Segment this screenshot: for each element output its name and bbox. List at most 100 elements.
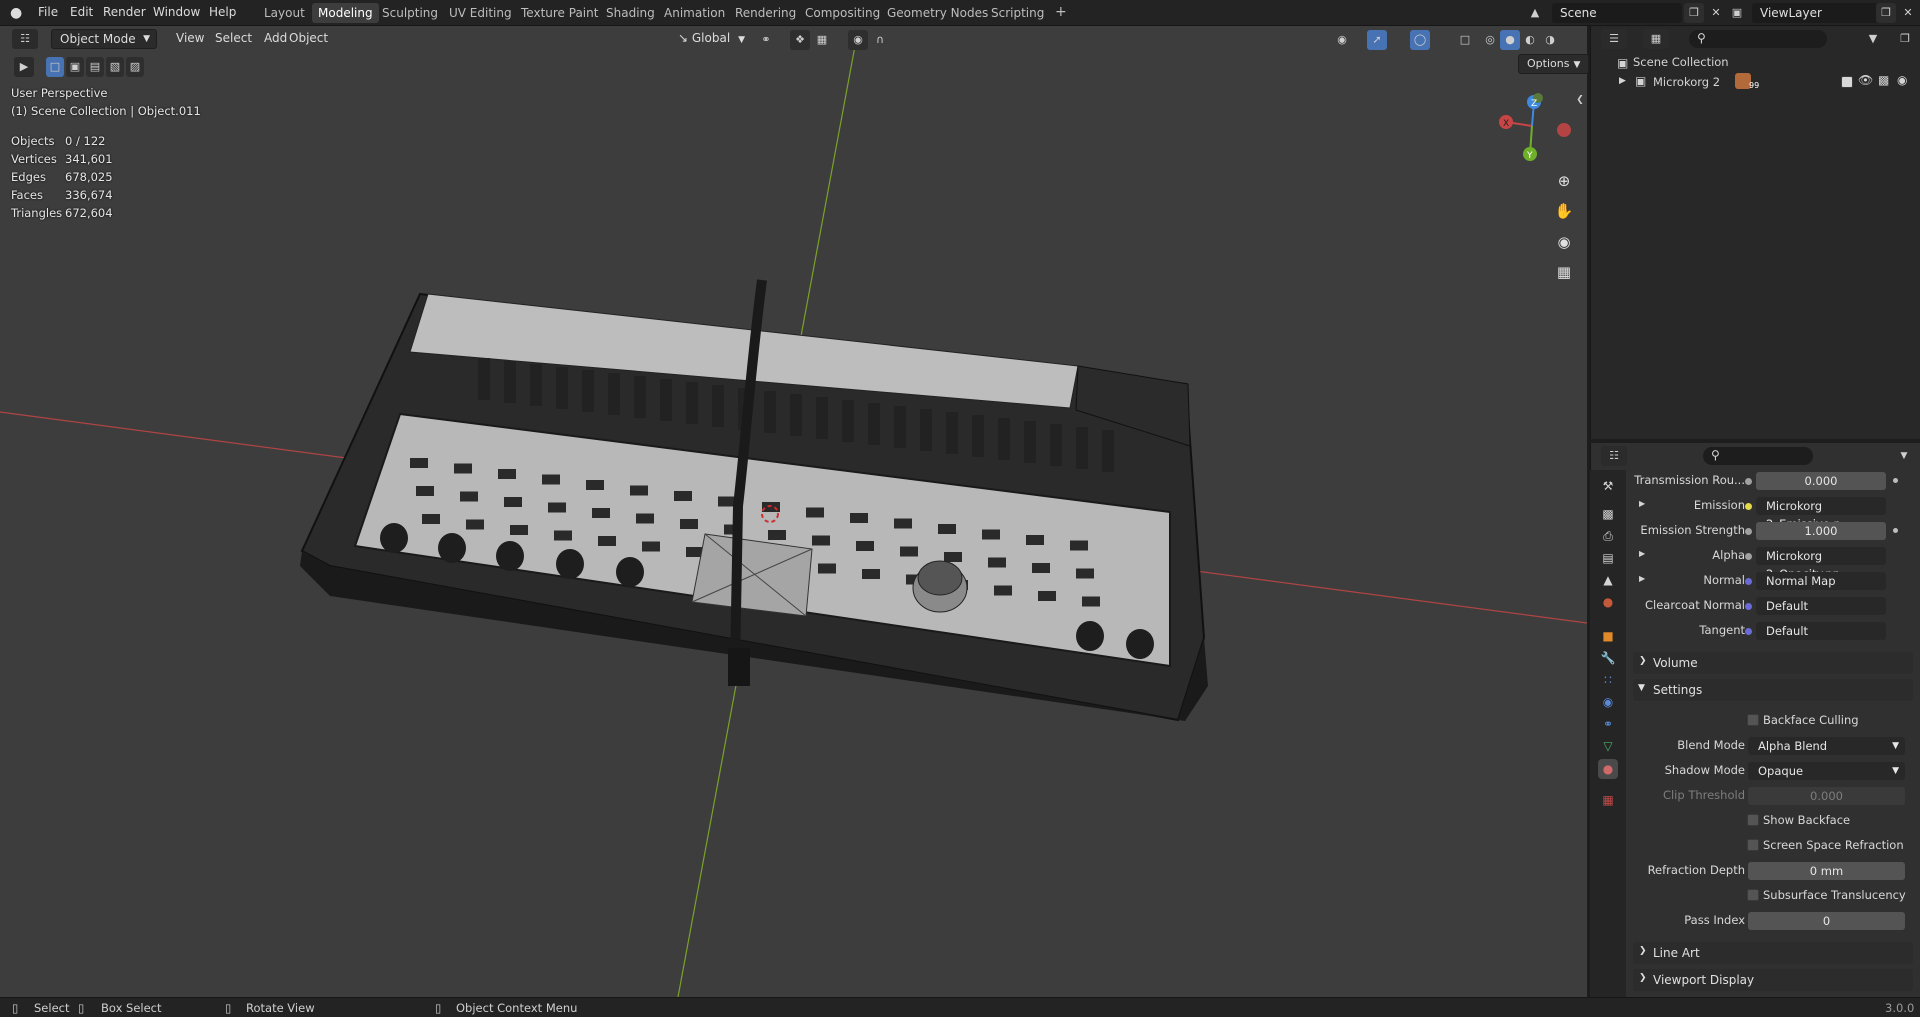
backface-culling-checkbox[interactable] xyxy=(1747,714,1759,726)
blender-logo-icon[interactable]: ● xyxy=(10,5,22,21)
snap-target-icon[interactable]: ▦ xyxy=(812,30,832,50)
screen-space-refraction-checkbox[interactable] xyxy=(1747,839,1759,851)
blend-mode-dropdown[interactable]: Alpha Blend ▼ xyxy=(1748,737,1905,755)
keyframe-dot[interactable] xyxy=(1893,528,1898,533)
emission-field[interactable]: Microkorg 2_Emissive.p... xyxy=(1756,497,1886,531)
backface-culling-label[interactable]: Backface Culling xyxy=(1763,713,1859,727)
view-layer-field[interactable]: ViewLayer xyxy=(1752,3,1882,23)
outliner-item-microkorg[interactable]: Microkorg 2 xyxy=(1653,75,1720,89)
add-workspace-button[interactable]: + xyxy=(1049,3,1073,23)
include-checkbox[interactable] xyxy=(1841,76,1853,88)
menu-render[interactable]: Render xyxy=(103,5,146,19)
new-view-layer-icon[interactable]: ❐ xyxy=(1876,3,1896,23)
select-invert-icon[interactable]: ▧ xyxy=(106,57,124,77)
visibility-icon[interactable]: ◉ xyxy=(1332,30,1352,50)
zoom-icon[interactable]: ⊕ xyxy=(1551,168,1577,194)
output-tab-icon[interactable]: ⎙ xyxy=(1598,526,1618,546)
camera-view-icon[interactable]: ◉ xyxy=(1551,229,1577,255)
properties-editor-icon[interactable]: ☷ xyxy=(1601,446,1627,466)
volume-panel-header[interactable]: ❯ Volume xyxy=(1633,652,1913,674)
alpha-field[interactable]: Microkorg 2_Opacity.pn... xyxy=(1756,547,1886,581)
proportional-editing-icon[interactable]: ◉ xyxy=(848,30,868,50)
refraction-depth-field[interactable]: 0 mm xyxy=(1748,862,1905,880)
select-subtract-icon[interactable]: ▤ xyxy=(86,57,104,77)
emission-strength-field[interactable]: 1.000 xyxy=(1756,522,1886,540)
viewport-display-panel-header[interactable]: ❯ Viewport Display xyxy=(1633,969,1913,991)
scene-collection-label[interactable]: Scene Collection xyxy=(1633,55,1729,69)
3d-viewport[interactable] xyxy=(0,26,1587,997)
display-mode-icon[interactable]: ▦ xyxy=(1643,29,1669,49)
material-tab-icon[interactable]: ● xyxy=(1598,759,1618,779)
socket-dot[interactable] xyxy=(1745,503,1752,510)
subsurface-translucency-checkbox[interactable] xyxy=(1747,889,1759,901)
tab-shading[interactable]: Shading xyxy=(600,3,661,23)
properties-search-input[interactable]: ⚲ xyxy=(1703,447,1813,465)
tab-modeling[interactable]: Modeling xyxy=(312,3,379,23)
perspective-toggle-icon[interactable]: ▦ xyxy=(1551,259,1577,285)
particles-tab-icon[interactable]: ∷ xyxy=(1598,670,1618,690)
settings-panel-header[interactable]: ▼ Settings xyxy=(1633,679,1913,701)
socket-dot[interactable] xyxy=(1745,478,1752,485)
scene-field[interactable]: Scene xyxy=(1552,3,1682,23)
transform-orientation-dropdown[interactable]: ↘ Global ▼ xyxy=(670,29,753,49)
delete-scene-icon[interactable]: ✕ xyxy=(1706,3,1726,23)
screen-space-refraction-label[interactable]: Screen Space Refraction xyxy=(1763,838,1904,852)
select-new-icon[interactable]: □ xyxy=(46,57,64,77)
navigation-gizmo[interactable]: X Z Y xyxy=(1494,86,1574,166)
outliner-editor-icon[interactable]: ☰ xyxy=(1601,29,1627,49)
expand-arrow-icon[interactable]: ▶ xyxy=(1619,76,1626,86)
normal-field[interactable]: Normal Map xyxy=(1756,572,1886,590)
sidebar-toggle-icon[interactable]: ❮ xyxy=(1570,90,1590,110)
tab-geometry-nodes[interactable]: Geometry Nodes xyxy=(881,3,994,23)
socket-dot[interactable] xyxy=(1745,628,1752,635)
menu-edit[interactable]: Edit xyxy=(70,5,93,19)
tab-uv-editing[interactable]: UV Editing xyxy=(443,3,518,23)
eye-icon[interactable]: 👁 xyxy=(1858,73,1873,87)
physics-tab-icon[interactable]: ◉ xyxy=(1598,692,1618,712)
tab-animation[interactable]: Animation xyxy=(658,3,731,23)
shadow-mode-dropdown[interactable]: Opaque ▼ xyxy=(1748,762,1905,780)
delete-view-layer-icon[interactable]: ✕ xyxy=(1898,3,1918,23)
clearcoat-normal-field[interactable]: Default xyxy=(1756,597,1886,615)
tangent-field[interactable]: Default xyxy=(1756,622,1886,640)
tab-rendering[interactable]: Rendering xyxy=(729,3,802,23)
texture-tab-icon[interactable]: ▦ xyxy=(1598,790,1618,810)
snap-icon[interactable]: ❖ xyxy=(790,30,810,50)
menu-object[interactable]: Object xyxy=(281,29,336,49)
editor-type-icon[interactable]: ☷ xyxy=(12,29,38,49)
render-tab-icon[interactable]: ▩ xyxy=(1598,504,1618,524)
tab-layout[interactable]: Layout xyxy=(258,3,311,23)
monitor-icon[interactable]: ▩ xyxy=(1878,73,1889,87)
view-layer-icon[interactable]: ▣ xyxy=(1727,3,1747,23)
tab-sculpting[interactable]: Sculpting xyxy=(376,3,444,23)
mode-dropdown[interactable]: Object Mode ▼ xyxy=(51,29,157,49)
select-intersect-icon[interactable]: ▨ xyxy=(126,57,144,77)
solid-shading-icon[interactable]: ● xyxy=(1500,30,1520,50)
outliner-search-input[interactable]: ⚲ xyxy=(1689,30,1827,48)
wireframe-shading-icon[interactable]: ◎ xyxy=(1480,30,1500,50)
gizmo-toggle-icon[interactable]: ➚ xyxy=(1367,30,1387,50)
falloff-icon[interactable]: ∩ xyxy=(870,30,890,50)
pivot-point-icon[interactable]: ⚭ xyxy=(756,30,776,50)
chevron-down-icon[interactable]: ▼ xyxy=(1894,446,1914,466)
select-extend-icon[interactable]: ▣ xyxy=(66,57,84,77)
socket-dot[interactable] xyxy=(1745,603,1752,610)
expand-arrow-icon[interactable]: ▶ xyxy=(1639,499,1645,508)
expand-arrow-icon[interactable]: ▶ xyxy=(1639,549,1645,558)
tab-scripting[interactable]: Scripting xyxy=(985,3,1050,23)
keyframe-dot[interactable] xyxy=(1893,478,1898,483)
view-layer-tab-icon[interactable]: ▤ xyxy=(1598,548,1618,568)
expand-arrow-icon[interactable]: ▶ xyxy=(1639,574,1645,583)
menu-window[interactable]: Window xyxy=(153,5,200,19)
tab-texture-paint[interactable]: Texture Paint xyxy=(515,3,604,23)
overlays-toggle-icon[interactable]: ◯ xyxy=(1410,30,1430,50)
render-camera-icon[interactable]: ◉ xyxy=(1897,73,1907,87)
scene-tab-icon[interactable]: ▲ xyxy=(1598,570,1618,590)
subsurface-translucency-label[interactable]: Subsurface Translucency xyxy=(1763,888,1906,902)
menu-view[interactable]: View xyxy=(168,29,212,49)
line-art-panel-header[interactable]: ❯ Line Art xyxy=(1633,942,1913,964)
socket-dot[interactable] xyxy=(1745,578,1752,585)
scene-icon[interactable]: ▲ xyxy=(1525,3,1545,23)
data-tab-icon[interactable]: ▽ xyxy=(1598,736,1618,756)
new-collection-icon[interactable]: ❐ xyxy=(1895,29,1915,49)
